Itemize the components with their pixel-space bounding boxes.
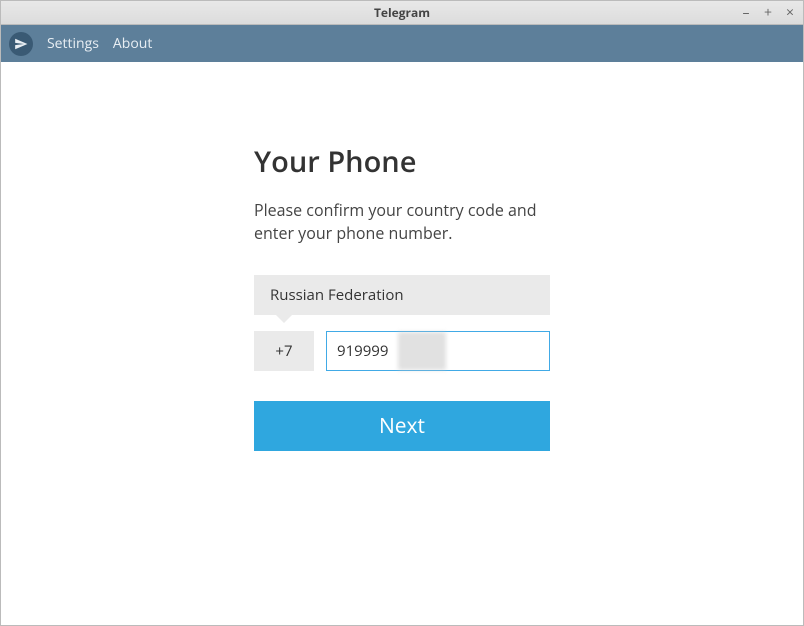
content-area: Your Phone Please confirm your country c… <box>1 62 803 625</box>
phone-row: +7 <box>254 331 550 371</box>
minimize-button[interactable]: – <box>739 6 753 20</box>
menu-settings[interactable]: Settings <box>47 34 99 53</box>
country-code-field[interactable]: +7 <box>254 331 314 371</box>
app-window: Telegram – + × Settings About Your Phone… <box>0 0 804 626</box>
page-title: Your Phone <box>254 142 550 181</box>
maximize-button[interactable]: + <box>761 6 775 20</box>
country-select[interactable]: Russian Federation <box>254 275 550 315</box>
window-controls: – + × <box>739 1 797 25</box>
app-icon <box>9 32 33 56</box>
next-button[interactable]: Next <box>254 401 550 451</box>
titlebar: Telegram – + × <box>1 1 803 25</box>
page-subtext: Please confirm your country code and ent… <box>254 199 550 245</box>
country-label: Russian Federation <box>270 285 404 305</box>
phone-number-input[interactable] <box>326 331 550 371</box>
paper-plane-icon <box>14 37 28 51</box>
phone-form: Your Phone Please confirm your country c… <box>254 142 550 625</box>
country-code-value: +7 <box>275 341 292 361</box>
window-title: Telegram <box>374 4 430 21</box>
menu-about[interactable]: About <box>113 34 152 53</box>
close-button[interactable]: × <box>783 6 797 20</box>
menubar: Settings About <box>1 25 803 62</box>
phone-input-wrap <box>326 331 550 371</box>
